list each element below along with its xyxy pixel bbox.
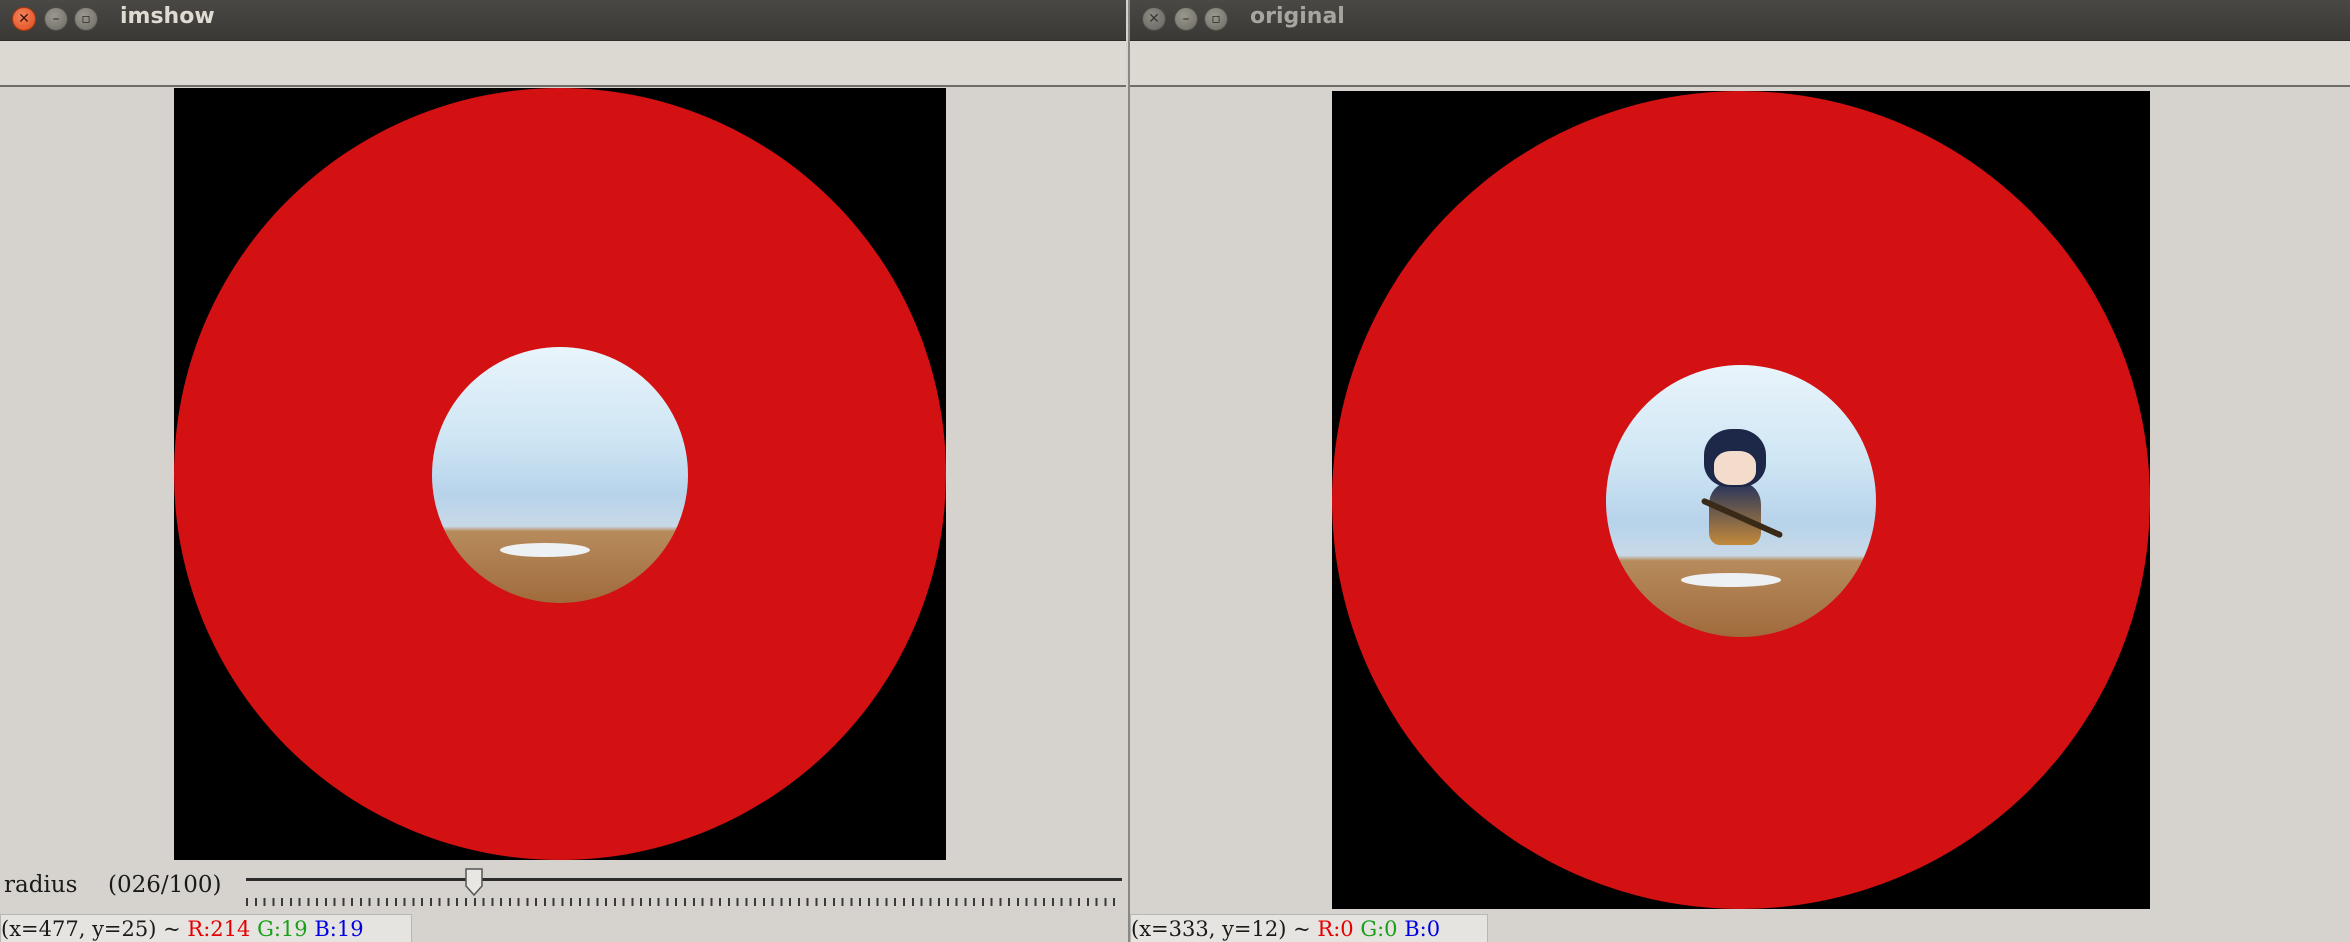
status-bar: (x=477, y=25) ~ R:214 G:19 B:19 bbox=[0, 914, 412, 942]
status-coords: (x=333, y=12) ~ bbox=[1131, 917, 1318, 941]
status-bar: (x=333, y=12) ~ R:0 G:0 B:0 bbox=[1130, 914, 1488, 942]
status-blue: B:0 bbox=[1404, 917, 1441, 941]
minimize-icon[interactable]: – bbox=[44, 7, 68, 31]
status-green: G:0 bbox=[1360, 917, 1398, 941]
photo-cutout bbox=[432, 347, 688, 603]
slider-ticks bbox=[246, 898, 1122, 906]
window-title: original bbox=[1250, 4, 1345, 29]
slider-track[interactable] bbox=[246, 878, 1122, 881]
original-canvas-area bbox=[1130, 87, 2350, 909]
imshow-canvas-area bbox=[0, 87, 1126, 877]
status-coords: (x=477, y=25) ~ bbox=[1, 917, 188, 941]
status-red: R:214 bbox=[187, 917, 251, 941]
photo-cutout bbox=[1606, 365, 1876, 637]
figure-face bbox=[1714, 451, 1756, 485]
imshow-titlebar[interactable]: ✕ – ▫ imshow bbox=[0, 0, 1126, 41]
minimize-icon[interactable]: – bbox=[1174, 7, 1198, 31]
pedestal bbox=[500, 543, 590, 557]
imshow-window: ✕ – ▫ imshow radius (026/100) (x=477, y=… bbox=[0, 0, 1126, 942]
original-window: ✕ – ▫ original (x=333, y=12) ~ R:0 G:0 B… bbox=[1128, 0, 2350, 942]
maximize-icon[interactable]: ▫ bbox=[1204, 7, 1228, 31]
trackbar-label: radius bbox=[4, 872, 78, 898]
status-green: G:19 bbox=[257, 917, 308, 941]
radius-trackbar: radius (026/100) bbox=[0, 868, 1126, 912]
imshow-toolbar bbox=[0, 41, 1126, 87]
status-red: R:0 bbox=[1317, 917, 1354, 941]
window-title: imshow bbox=[120, 4, 215, 29]
original-toolbar bbox=[1130, 41, 2350, 87]
image-canvas[interactable] bbox=[174, 88, 946, 860]
close-icon[interactable]: ✕ bbox=[12, 7, 36, 31]
pedestal bbox=[1681, 573, 1781, 587]
close-icon[interactable]: ✕ bbox=[1142, 7, 1166, 31]
trackbar-value: (026/100) bbox=[108, 872, 222, 898]
maximize-icon[interactable]: ▫ bbox=[74, 7, 98, 31]
image-canvas[interactable] bbox=[1332, 91, 2150, 909]
status-blue: B:19 bbox=[314, 917, 364, 941]
slider-thumb[interactable] bbox=[465, 868, 483, 896]
original-titlebar[interactable]: ✕ – ▫ original bbox=[1130, 0, 2350, 41]
